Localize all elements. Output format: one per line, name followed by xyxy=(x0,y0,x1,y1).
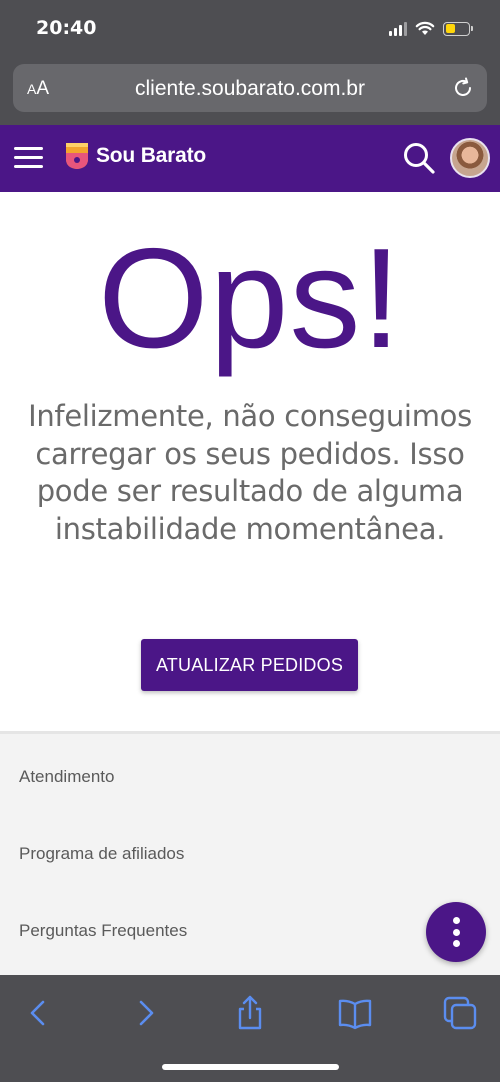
footer: Atendimento Programa de afiliados Pergun… xyxy=(0,731,500,975)
forward-icon[interactable] xyxy=(126,993,166,1033)
tabs-icon[interactable] xyxy=(440,993,480,1033)
bookmarks-icon[interactable] xyxy=(335,993,375,1033)
home-indicator[interactable] xyxy=(162,1064,339,1070)
status-bar: 20:40 xyxy=(0,0,500,60)
share-icon[interactable] xyxy=(230,993,270,1033)
address-field[interactable]: AA cliente.soubarato.com.br xyxy=(13,64,487,112)
back-icon[interactable] xyxy=(18,993,58,1033)
user-avatar[interactable] xyxy=(450,138,490,178)
footer-link-faq[interactable]: Perguntas Frequentes xyxy=(19,921,187,941)
hamburger-menu-icon[interactable] xyxy=(14,147,44,169)
more-options-fab[interactable] xyxy=(426,902,486,962)
screen: 20:40 AA cliente.soubarato.com.br Sou Ba… xyxy=(0,0,500,1082)
brand-name: Sou Barato xyxy=(96,144,207,167)
cellular-signal-icon xyxy=(389,21,407,36)
reload-icon[interactable] xyxy=(451,76,475,100)
url-text[interactable]: cliente.soubarato.com.br xyxy=(13,77,487,101)
wifi-icon xyxy=(415,21,435,35)
status-time: 20:40 xyxy=(36,17,97,39)
error-message: Infelizmente, não conseguimos carregar o… xyxy=(28,399,472,546)
footer-link-atendimento[interactable]: Atendimento xyxy=(19,767,114,787)
footer-link-afiliados[interactable]: Programa de afiliados xyxy=(19,844,184,864)
search-icon[interactable] xyxy=(401,140,437,176)
error-title: Ops! xyxy=(98,219,402,378)
battery-icon xyxy=(443,21,473,36)
brand-logo[interactable]: Sou Barato xyxy=(64,141,206,171)
status-icons xyxy=(389,21,473,36)
refresh-orders-button[interactable]: ATUALIZAR PEDIDOS xyxy=(141,639,358,691)
browser-address-bar: AA cliente.soubarato.com.br xyxy=(0,60,500,125)
logo-tag-icon xyxy=(66,143,88,169)
